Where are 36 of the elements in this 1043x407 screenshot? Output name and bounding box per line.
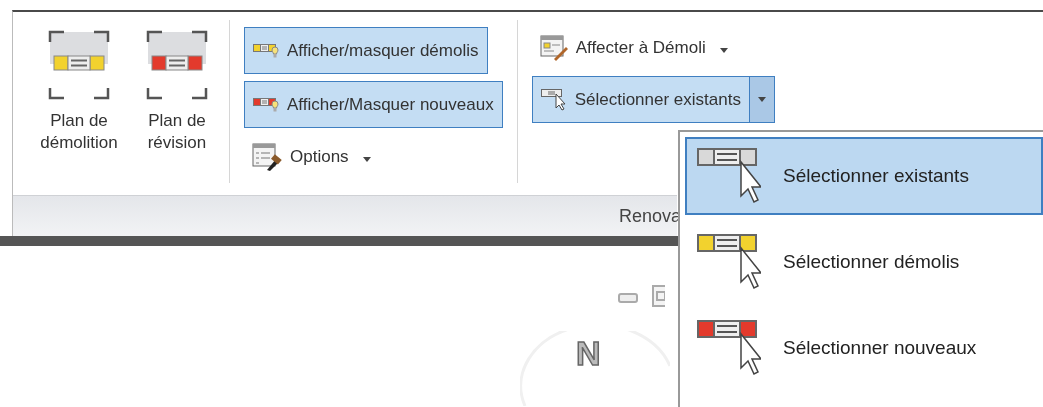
- select-split-button[interactable]: Sélectionner existants: [531, 76, 775, 123]
- wall-cursor-icon: [697, 320, 761, 376]
- button-label: Plan de révision: [146, 110, 208, 154]
- assign-button[interactable]: Affecter à Démoli: [531, 29, 736, 67]
- menu-item[interactable]: Sélectionner nouveaux: [685, 309, 1043, 387]
- compass-letter: N: [576, 334, 601, 373]
- brush-window-icon: [539, 35, 568, 61]
- toggle-button[interactable]: Afficher/masquer démolis: [244, 27, 488, 74]
- caret-icon: [362, 157, 371, 162]
- button-label: Sélectionner nouveaux: [783, 337, 977, 359]
- plan-icon: [146, 30, 208, 100]
- menu-item[interactable]: Sélectionner existants: [685, 137, 1043, 215]
- button-label: Options: [290, 147, 349, 167]
- minus-icon: [618, 293, 638, 303]
- button-label: Plan de démolition: [39, 110, 119, 154]
- cube-icon: [651, 284, 665, 308]
- button-label: Affecter à Démoli: [575, 38, 706, 58]
- ribbon-large-button[interactable]: Plan de démolition: [33, 30, 125, 154]
- caret-icon: [757, 97, 766, 102]
- button-label: Afficher/Masquer nouveaux: [287, 94, 494, 115]
- wall-bulb-icon: [253, 43, 279, 58]
- options-button[interactable]: Options: [244, 135, 379, 179]
- plan-icon: [48, 30, 110, 100]
- wall-cursor-icon: [697, 148, 761, 204]
- button-label: Afficher/masquer démolis: [287, 40, 479, 61]
- toggle-button[interactable]: Afficher/Masquer nouveaux: [244, 81, 503, 128]
- button-label: Sélectionner existants: [783, 165, 969, 187]
- button-label: Sélectionner existants: [574, 89, 741, 110]
- caret-icon: [719, 48, 728, 53]
- button-label: Sélectionner démolis: [783, 251, 960, 273]
- settings-icon: [252, 143, 282, 171]
- ribbon-large-button[interactable]: Plan de révision: [137, 30, 217, 154]
- wall-cursor-icon: [697, 234, 761, 290]
- menu-item[interactable]: Sélectionner démolis: [685, 223, 1043, 301]
- wall-cursor-icon: [540, 88, 567, 111]
- wall-bulb-icon: [253, 97, 279, 112]
